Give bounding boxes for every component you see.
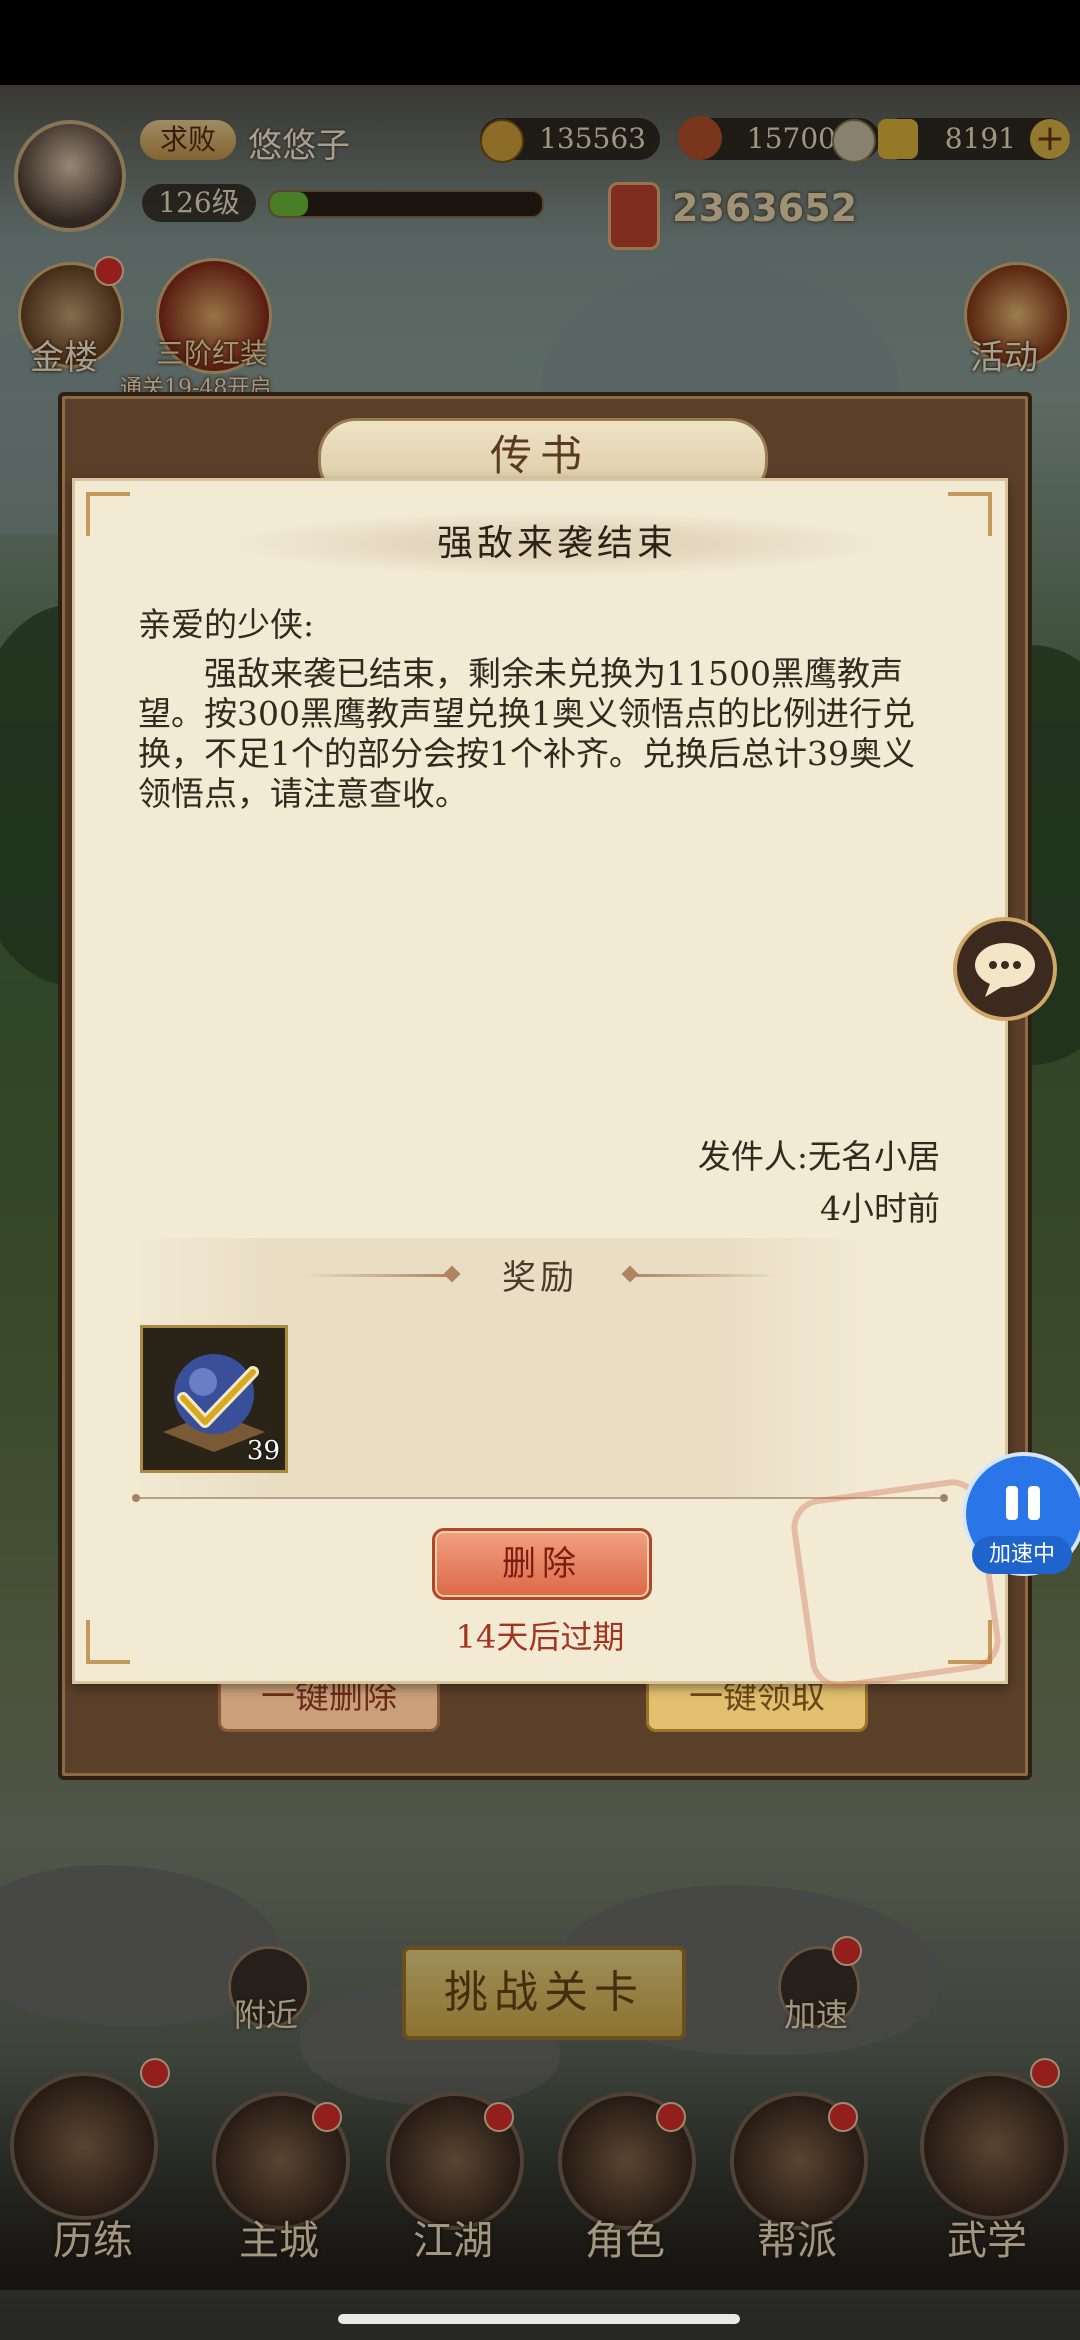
speed-up-label: 加速中 — [972, 1536, 1072, 1574]
delete-mail-button[interactable]: 删除 — [432, 1528, 652, 1600]
reward-ornament-right — [630, 1274, 780, 1277]
mail-subject: 强敌来袭结束 — [436, 523, 677, 564]
chat-bubble-icon — [975, 943, 1035, 997]
expire-notice: 14天后过期 — [455, 1618, 625, 1656]
letter-corner-ornament — [948, 492, 992, 536]
mail-sender: 发件人:无名小居 — [697, 1137, 940, 1176]
divider-dot — [132, 1494, 140, 1502]
letter-corner-ornament — [86, 1620, 130, 1664]
reward-ornament-left — [300, 1274, 450, 1277]
chat-button[interactable] — [953, 917, 1057, 1021]
letter-corner-ornament — [86, 492, 130, 536]
mail-greeting: 亲爱的少侠: — [138, 605, 315, 644]
home-indicator[interactable] — [338, 2314, 740, 2324]
reward-title: 奖励 — [502, 1258, 578, 1298]
mail-body: 强敌来袭已结束，剩余未兑换为11500黑鹰教声望。按300黑鹰教声望兑换1奥义领… — [138, 654, 915, 813]
mail-time: 4小时前 — [820, 1189, 940, 1228]
reward-item-count: 39 — [246, 1436, 280, 1466]
